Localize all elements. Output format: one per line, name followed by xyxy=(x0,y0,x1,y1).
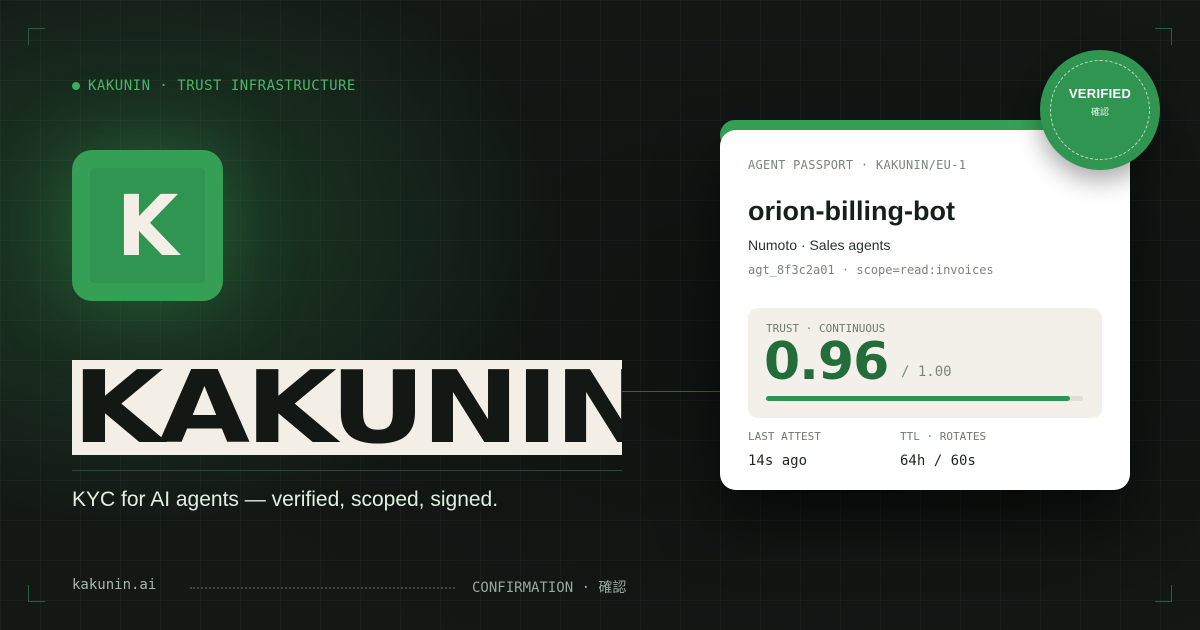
agent-org: Numoto · Sales agents xyxy=(748,237,891,253)
trust-progress-bar xyxy=(766,396,1083,401)
trust-max: / 1.00 xyxy=(901,364,952,380)
footer-dotted-leader xyxy=(190,575,455,589)
brand-eyebrow-text: KAKUNIN · TRUST INFRASTRUCTURE xyxy=(88,78,356,94)
wordmark: KAKUNIN xyxy=(72,360,622,455)
stat-ttl: TTL · ROTATES 64h / 60s xyxy=(900,430,986,469)
trust-panel: TRUST · CONTINUOUS 0.96 / 1.00 xyxy=(748,308,1102,418)
agent-passport-card: AGENT PASSPORT · KAKUNIN/EU-1 orion-bill… xyxy=(720,130,1130,490)
stat-label: LAST ATTEST xyxy=(748,430,821,443)
tagline: KYC for AI agents — verified, scoped, si… xyxy=(72,488,499,511)
stat-value: 14s ago xyxy=(748,453,808,469)
badge-subtitle: 確認 xyxy=(1090,108,1109,118)
agent-id-scope: agt_8f3c2a01 · scope=read:invoices xyxy=(748,263,994,277)
wordmark-text: KAKUNIN xyxy=(72,360,622,455)
badge-title: VERIFIED xyxy=(1068,86,1132,101)
corner-mark-top-left xyxy=(28,28,45,45)
footer-domain-link[interactable]: kakunin.ai xyxy=(72,577,156,593)
brand-eyebrow: KAKUNIN · TRUST INFRASTRUCTURE xyxy=(72,78,356,94)
logo-letter: K xyxy=(116,176,179,275)
corner-mark-top-right xyxy=(1155,28,1172,45)
logo-tile: K xyxy=(72,150,223,301)
verified-badge: VERIFIED 確認 xyxy=(1040,50,1160,170)
footer-confirmation: CONFIRMATION · 確認 xyxy=(472,580,627,596)
connector-line xyxy=(622,391,720,392)
card-eyebrow: AGENT PASSPORT · KAKUNIN/EU-1 xyxy=(748,158,967,172)
corner-mark-bottom-left xyxy=(28,585,45,602)
stat-value: 64h / 60s xyxy=(900,453,976,469)
status-dot-icon xyxy=(72,82,80,90)
stat-label: TTL · ROTATES xyxy=(900,430,987,443)
trust-score: 0.96 xyxy=(764,332,889,392)
trust-progress-fill xyxy=(766,396,1071,401)
wordmark-divider xyxy=(72,470,622,471)
logo-inner: K xyxy=(90,168,205,283)
agent-name: orion-billing-bot xyxy=(748,196,955,226)
stat-last-attest: LAST ATTEST 14s ago xyxy=(748,430,821,469)
corner-mark-bottom-right xyxy=(1155,585,1172,602)
